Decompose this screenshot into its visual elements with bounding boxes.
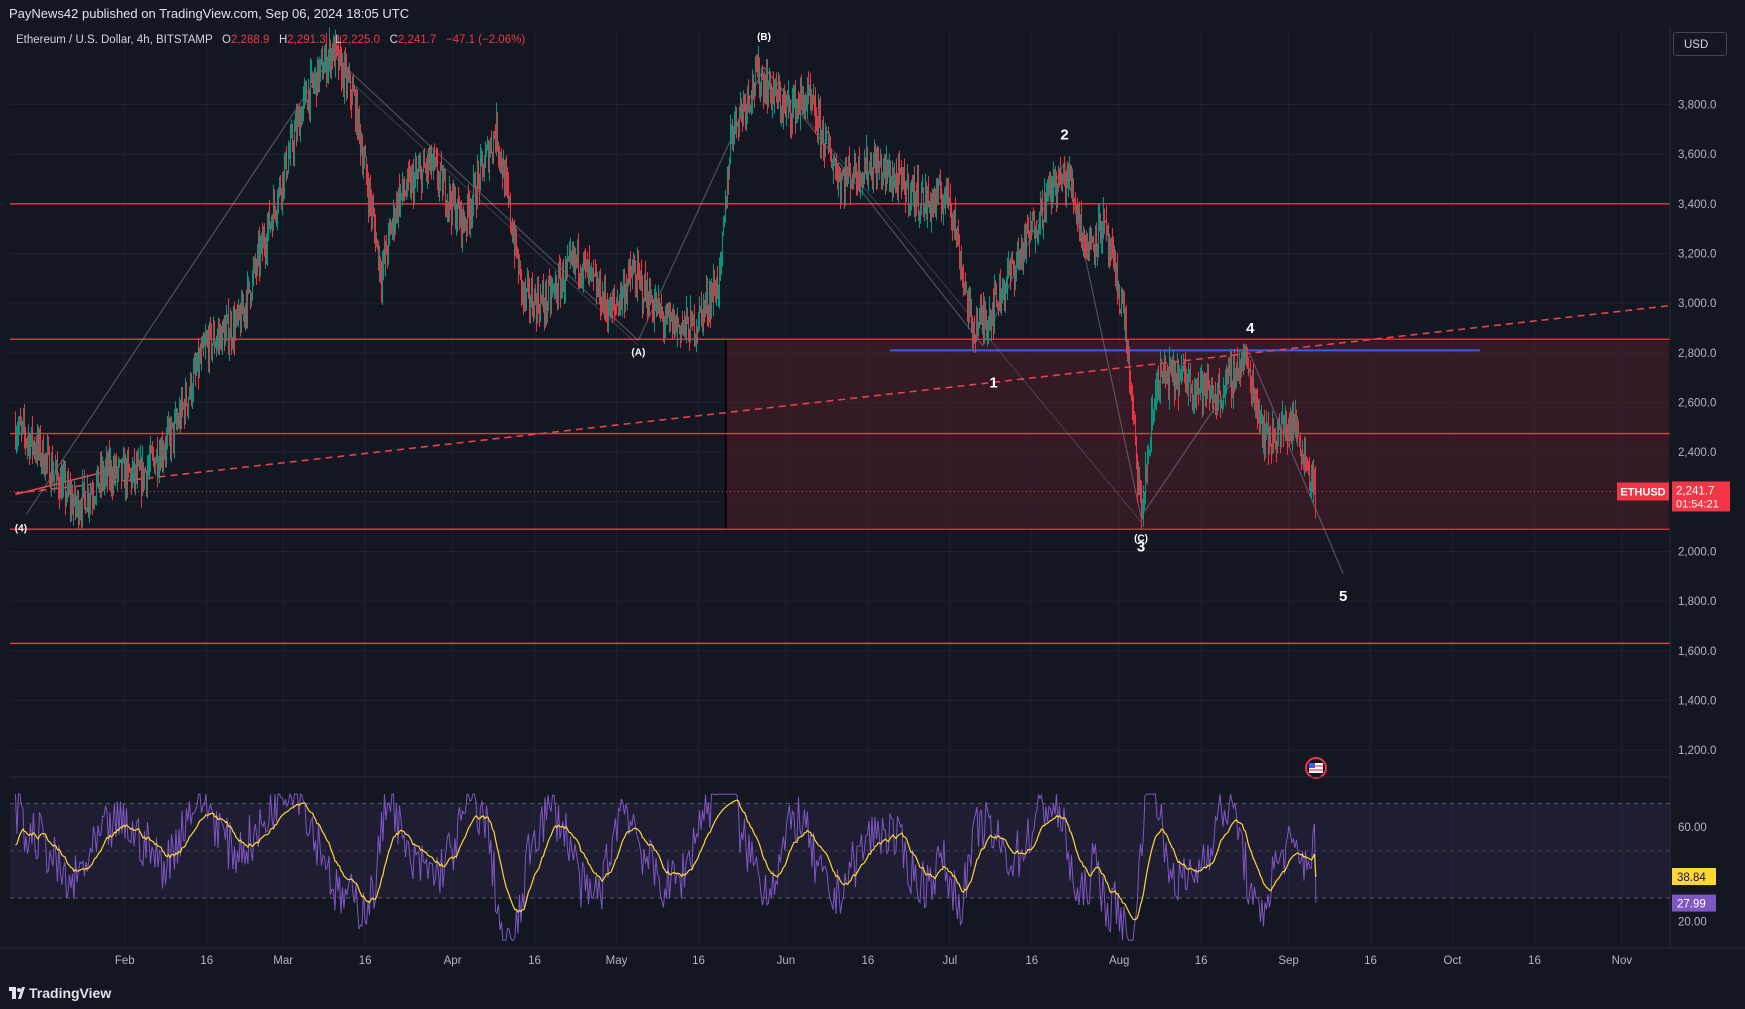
y-tick-label: 3,800.0 (1678, 100, 1716, 112)
x-tick-label: 16 (200, 955, 213, 967)
tradingview-logo[interactable]: TradingView (9, 985, 111, 1001)
y-tick-label: 2,400.0 (1678, 447, 1716, 459)
wave-label: 3 (1137, 539, 1145, 556)
wave-label: 4 (1246, 320, 1255, 337)
y-tick-label: 3,200.0 (1678, 249, 1716, 261)
rsi-tag: 27.99 (1677, 899, 1706, 911)
wave-label: 1 (989, 375, 997, 392)
y-tick-label: 1,400.0 (1678, 696, 1716, 708)
price-tag-value: 2,241.7 (1676, 485, 1714, 497)
x-tick-label: 16 (359, 955, 372, 967)
x-tick-label: 16 (1195, 955, 1208, 967)
x-tick-label: 16 (692, 955, 705, 967)
price-tag-countdown: 01:54:21 (1676, 498, 1719, 510)
rsi-tick-label: 20.00 (1678, 916, 1707, 928)
x-tick-label: Sep (1278, 955, 1298, 967)
chart-area[interactable]: (4)(B)(A)12(C)345 1,200.01,400.01,600.01… (0, 26, 1745, 980)
symbol-tag: ETHUSD (1620, 486, 1665, 498)
open-label: O (222, 34, 231, 46)
close-value: 2,241.7 (397, 34, 437, 46)
wave-label: (A) (631, 347, 645, 358)
y-tick-label: 1,800.0 (1678, 596, 1716, 608)
x-tick-label: Mar (273, 955, 293, 967)
x-tick-label: 16 (528, 955, 541, 967)
tradingview-logo-icon (9, 987, 25, 999)
rsi-tick-label: 60.00 (1678, 822, 1707, 834)
x-tick-label: Apr (444, 955, 462, 967)
change-value: −47.1 (−2.06%) (445, 34, 526, 46)
event-flag-icon (1305, 757, 1327, 779)
published-header: PayNews42 published on TradingView.com, … (0, 0, 1745, 26)
x-tick-label: Jun (777, 955, 796, 967)
y-tick-label: 3,000.0 (1678, 298, 1716, 310)
high-label: H (278, 34, 288, 46)
wave-structure-line (342, 74, 639, 346)
low-value: 2,225.0 (341, 34, 380, 46)
y-tick-label: 3,600.0 (1678, 149, 1716, 161)
footer: TradingView (0, 980, 1745, 1009)
x-tick-label: Jul (942, 955, 957, 967)
published-text: PayNews42 published on TradingView.com, … (9, 6, 410, 21)
x-tick-label: Oct (1444, 955, 1463, 967)
high-value: 2,291.3 (287, 34, 326, 46)
x-tick-label: 16 (1364, 955, 1377, 967)
x-tick-label: 16 (1528, 955, 1541, 967)
rsi-ma-tag: 38.84 (1677, 872, 1706, 884)
wave-label: 5 (1339, 588, 1347, 605)
symbol-legend: Ethereum / U.S. Dollar, 4h, BITSTAMP O2,… (16, 34, 525, 46)
x-tick-label: May (606, 955, 628, 967)
y-tick-label: 2,800.0 (1678, 348, 1716, 360)
y-tick-label: 1,200.0 (1678, 745, 1716, 757)
x-tick-label: Aug (1109, 955, 1129, 967)
y-tick-label: 2,000.0 (1678, 547, 1716, 559)
wave-label: (4) (15, 524, 27, 535)
open-value: 2,288.9 (230, 34, 270, 46)
x-tick-label: Nov (1612, 955, 1633, 967)
footer-brand: TradingView (29, 985, 112, 1001)
x-tick-label: 16 (1025, 955, 1038, 967)
wave-label: 2 (1060, 126, 1068, 143)
x-tick-label: Feb (115, 955, 135, 967)
symbol-name: Ethereum / U.S. Dollar, 4h, BITSTAMP (16, 34, 213, 46)
y-tick-label: 2,600.0 (1678, 398, 1716, 410)
y-tick-label: 3,400.0 (1678, 199, 1716, 211)
close-label: C (389, 34, 398, 46)
x-tick-label: 16 (861, 955, 874, 967)
currency-button[interactable]: USD (1673, 32, 1727, 56)
event-flag-canton (1309, 763, 1315, 768)
y-tick-label: 1,600.0 (1678, 646, 1716, 658)
rsi-pane (10, 757, 1670, 941)
wave-label: (B) (757, 32, 771, 43)
